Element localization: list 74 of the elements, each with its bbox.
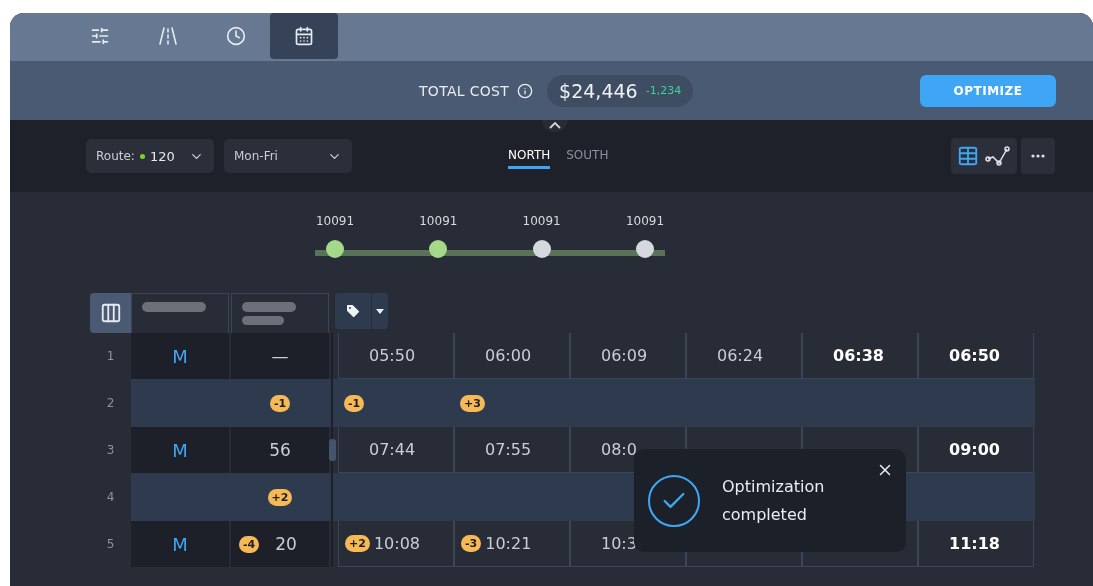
tag-button[interactable]: [335, 293, 371, 329]
route-label: Route:: [96, 149, 135, 163]
row-number: 4: [105, 489, 116, 506]
time-text: 08:0: [601, 440, 637, 459]
stop-label: 10091: [315, 214, 355, 228]
collapse-button[interactable]: [542, 120, 568, 132]
more-icon: [1031, 154, 1045, 158]
road-icon: [158, 26, 178, 46]
clock-icon: [226, 26, 246, 46]
count-text: 20: [275, 534, 297, 554]
time-text: 10:3: [601, 534, 637, 553]
line-chart-icon: [985, 145, 1011, 167]
type-text: M: [172, 439, 188, 461]
stop-label: 10091: [419, 214, 458, 228]
days-dropdown[interactable]: Mon-Fri: [224, 139, 352, 173]
time-text: 06:00: [485, 346, 532, 365]
delta-badge: -3: [461, 535, 482, 552]
caret-icon: [376, 308, 384, 314]
stop-label: 10091: [625, 214, 665, 228]
columns-button[interactable]: [90, 293, 131, 333]
time-text: 05:50: [369, 346, 416, 365]
tag-icon: [345, 303, 361, 319]
status-dot: [139, 153, 145, 159]
nav-tab[interactable]: [270, 13, 338, 59]
type-text: M: [172, 345, 188, 367]
time-text: 10:08: [373, 534, 420, 553]
time-text: 09:00: [949, 440, 1000, 459]
more-button[interactable]: [1021, 138, 1055, 174]
count-text: 56: [269, 440, 291, 460]
count-text: —: [271, 346, 289, 366]
direction-tab[interactable]: SOUTH: [566, 143, 609, 169]
time-text: 06:09: [601, 346, 648, 365]
dropdown-button[interactable]: [372, 293, 388, 329]
total-cost-label: TOTAL COST: [419, 82, 510, 99]
cost-value: $24,446: [559, 79, 638, 102]
time-text: 07:55: [485, 440, 532, 459]
time-text: 06:38: [833, 346, 884, 365]
chevron-up-icon: [549, 122, 561, 129]
row-number: 1: [105, 348, 116, 365]
delta-badge: -4: [239, 535, 260, 553]
route-value: 120: [149, 148, 175, 164]
row-number: 2: [105, 395, 116, 412]
sliders-icon: [90, 26, 110, 46]
table-view-button[interactable]: [957, 145, 979, 167]
delta-badge: -1: [269, 394, 291, 412]
calendar-icon: [294, 26, 314, 46]
route-dropdown[interactable]: Route: 120: [86, 139, 214, 173]
delta-badge: +3: [460, 394, 485, 412]
resize-handle[interactable]: [329, 439, 336, 461]
days-value: Mon-Fri: [234, 149, 278, 163]
stop-dot[interactable]: [636, 240, 654, 258]
stop-label: 10091: [522, 214, 561, 228]
columns-icon: [99, 302, 122, 324]
row-number: 3: [105, 442, 116, 459]
info-icon[interactable]: [517, 82, 534, 99]
delta-badge: +2: [345, 535, 370, 552]
type-text: M: [172, 533, 188, 555]
direction-tab[interactable]: NORTH: [508, 143, 551, 169]
table-icon: [957, 145, 979, 167]
time-text: 06:24: [717, 346, 764, 365]
cost-delta: -1,234: [645, 84, 682, 97]
stop-dot[interactable]: [532, 240, 551, 258]
toast-message: Optimization completed: [722, 475, 826, 526]
check-circle-icon: [648, 474, 700, 527]
delta-badge: +2: [267, 488, 293, 506]
time-text: 10:21: [485, 534, 532, 553]
time-text: 07:44: [369, 440, 416, 459]
stop-dot[interactable]: [429, 240, 448, 258]
stop-dot[interactable]: [326, 240, 344, 258]
chart-view-button[interactable]: [985, 145, 1011, 167]
delta-badge: -1: [344, 394, 365, 412]
time-text: 06:50: [949, 346, 1000, 365]
time-text: 11:18: [949, 534, 1000, 553]
row-number: 5: [105, 536, 116, 553]
